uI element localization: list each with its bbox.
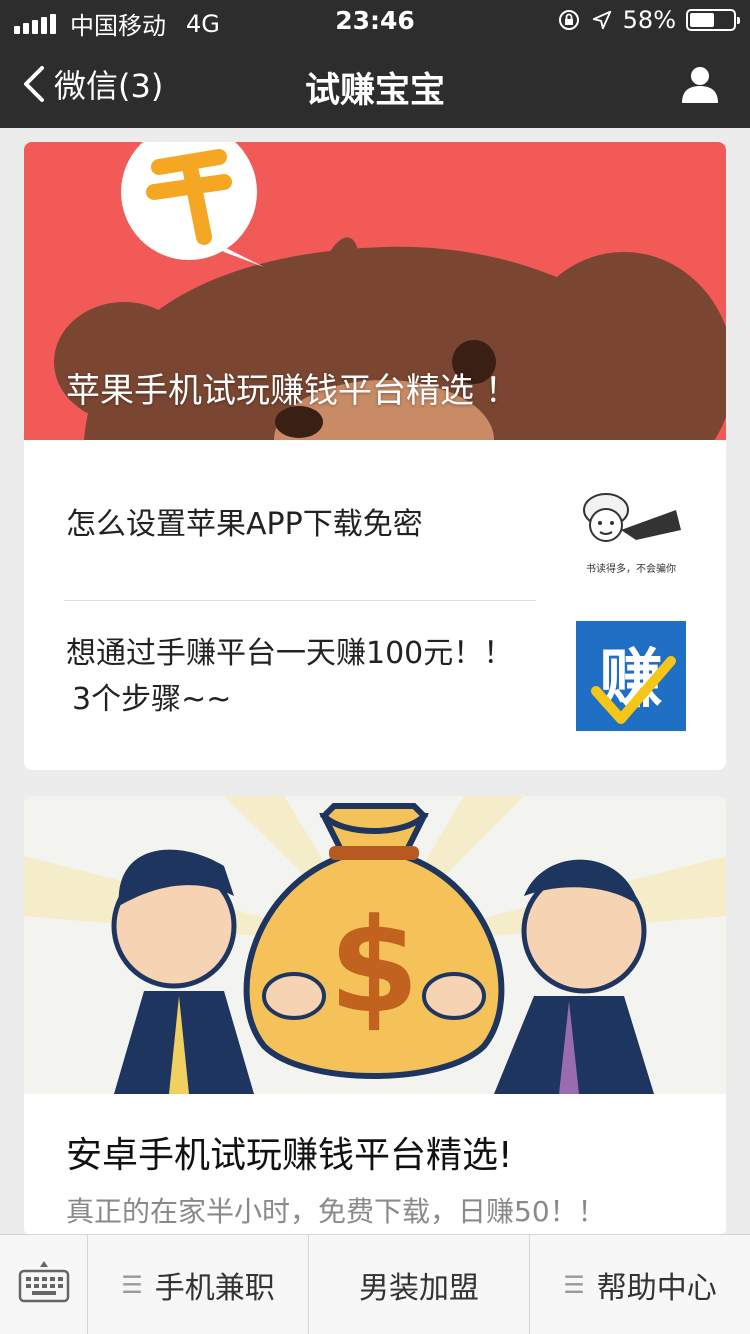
article-title-line1: 想通过手赚平台一天赚100元！！ [66, 636, 514, 671]
menu-item-label: 男装加盟 [359, 1271, 479, 1306]
page-title: 试赚宝宝 [304, 71, 445, 111]
article-title-line2: 3个步骤~~ [72, 682, 232, 717]
keyboard-toggle-button[interactable] [0, 1235, 88, 1334]
person-icon[interactable] [680, 64, 720, 104]
menu-item-label: 手机兼职 [154, 1271, 275, 1306]
article-card-ios: 苹果手机试玩赚钱平台精选 ！ 怎么设置苹果APP下载免密 书读得多，不会骗你 想… [24, 142, 726, 770]
battery-icon [686, 9, 740, 31]
battery-percent: 58% [622, 6, 676, 34]
menu-item-help-center[interactable]: ☰ 帮助中心 [530, 1235, 750, 1334]
rotation-lock-icon [558, 10, 579, 30]
list-item[interactable]: 怎么设置苹果APP下载免密 书读得多，不会骗你 [24, 440, 726, 600]
article-subtitle-android: 真正的在家半小时，免费下载，日赚50！！ [66, 1195, 606, 1228]
article-title: 怎么设置苹果APP下载免密 [66, 507, 423, 542]
article-title-android[interactable]: 安卓手机试玩赚钱平台精选! [66, 1126, 512, 1178]
keyboard-icon [18, 1261, 70, 1303]
location-arrow-icon [592, 10, 611, 30]
menu-item-phone-parttime[interactable]: ☰ 手机兼职 [88, 1235, 309, 1334]
list-item[interactable]: 想通过手赚平台一天赚100元！！ 3个步骤~~ 赚 [24, 601, 726, 761]
bottom-menu: ☰ 手机兼职 男装加盟 ☰ 帮助中心 [0, 1234, 750, 1334]
money-bag-image: $ [24, 796, 726, 1094]
status-bar: 中国移动 4G 23:46 58% [0, 0, 750, 40]
dollar-sign: $ [329, 890, 419, 1042]
meme-thumbnail: 书读得多，不会骗你 [576, 480, 686, 590]
hero-article-android[interactable]: $ [24, 796, 726, 1094]
navigation-bar: 微信(3) 试赚宝宝 [0, 40, 750, 128]
menu-lines-icon: ☰ [563, 1271, 585, 1299]
menu-item-menswear-franchise[interactable]: 男装加盟 [309, 1235, 530, 1334]
article-card-android: $ 安卓手机试玩赚钱平台精选! 真正的在家半小时，免费下载，日赚50！！ [24, 796, 726, 1236]
meme-caption: 书读得多，不会骗你 [586, 562, 676, 575]
hero-title-ios: 苹果手机试玩赚钱平台精选 ！ [66, 371, 519, 411]
menu-lines-icon: ☰ [121, 1271, 143, 1299]
hero-article-ios[interactable]: 苹果手机试玩赚钱平台精选 ！ [24, 142, 726, 440]
earn-thumbnail: 赚 [576, 621, 686, 731]
menu-item-label: 帮助中心 [596, 1271, 717, 1306]
